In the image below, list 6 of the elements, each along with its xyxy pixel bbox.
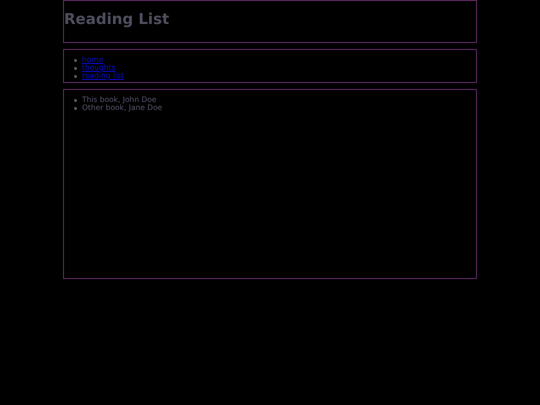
bullet-icon xyxy=(74,98,77,102)
page-title: Reading List xyxy=(64,10,170,28)
bullet-icon xyxy=(74,74,77,78)
bullet-icon xyxy=(74,66,77,70)
bullet-icon xyxy=(74,106,77,110)
bullet-icon xyxy=(74,58,77,62)
